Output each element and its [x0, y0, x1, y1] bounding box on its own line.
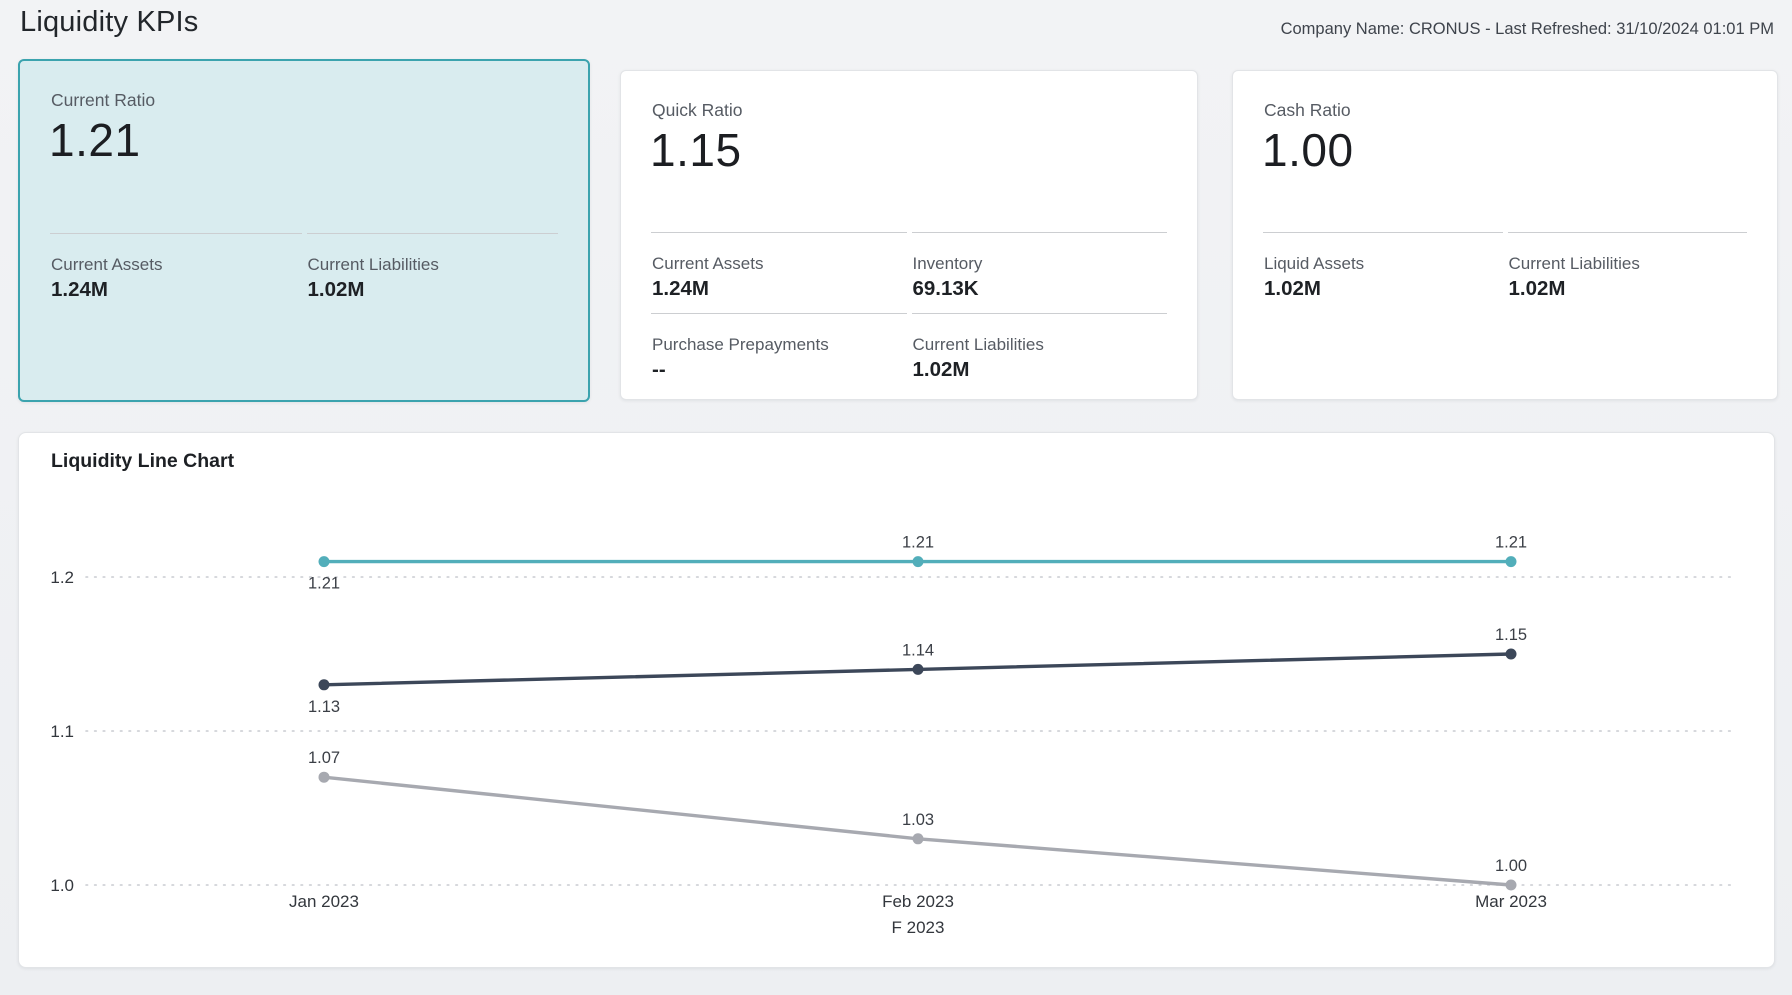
- submetric-value: 1.02M: [1509, 277, 1748, 301]
- kpi-card-cash-ratio[interactable]: Cash Ratio 1.00 Liquid Assets 1.02M Curr…: [1232, 70, 1778, 400]
- chart-line: [324, 777, 1511, 885]
- submetric-value: 69.13K: [913, 277, 1168, 301]
- data-point: [913, 833, 924, 844]
- liquidity-kpis-page: Liquidity KPIs Company Name: CRONUS - La…: [0, 0, 1792, 995]
- data-point-label: 1.14: [902, 641, 934, 659]
- kpi-card-quick-ratio[interactable]: Quick Ratio 1.15 Current Assets 1.24M In…: [620, 70, 1198, 400]
- kpi-label: Quick Ratio: [652, 100, 742, 121]
- x-axis-label: Feb 2023: [882, 892, 954, 911]
- data-point: [319, 556, 330, 567]
- submetric-current-assets: Current Assets 1.24M: [651, 232, 907, 301]
- data-point-label: 1.21: [902, 534, 934, 552]
- data-point-label: 1.07: [308, 749, 340, 767]
- data-point: [319, 772, 330, 783]
- y-axis-tick: 1.2: [50, 568, 74, 587]
- kpi-label: Cash Ratio: [1264, 100, 1351, 121]
- submetric-current-liabilities: Current Liabilities 1.02M: [1508, 232, 1748, 301]
- submetric-value: 1.02M: [1264, 277, 1503, 301]
- submetric-label: Current Liabilities: [913, 335, 1168, 355]
- y-axis-tick: 1.0: [50, 876, 74, 895]
- data-point: [913, 664, 924, 675]
- submetric-value: 1.24M: [51, 278, 302, 302]
- data-point: [319, 679, 330, 690]
- submetric-inventory: Inventory 69.13K: [912, 232, 1168, 301]
- data-point-label: 1.15: [1495, 626, 1527, 644]
- submetric-label: Current Liabilities: [1509, 254, 1748, 274]
- page-title: Liquidity KPIs: [20, 6, 199, 39]
- submetric-current-liabilities: Current Liabilities 1.02M: [912, 313, 1168, 382]
- kpi-label: Current Ratio: [51, 90, 155, 111]
- liquidity-line-chart[interactable]: 1.2 1.1 1.0 Jan 2023 Feb 2023 F 2023 Mar 2023 1…: [19, 433, 1776, 969]
- data-point-label: 1.21: [1495, 534, 1527, 552]
- x-axis-label: Mar 2023: [1475, 892, 1547, 911]
- submetric-label: Inventory: [913, 254, 1168, 274]
- company-refresh-info: Company Name: CRONUS - Last Refreshed: 3…: [1281, 20, 1774, 39]
- submetric-label: Liquid Assets: [1264, 254, 1503, 274]
- submetric-label: Current Assets: [652, 254, 907, 274]
- submetric-label: Current Assets: [51, 255, 302, 275]
- submetric-liquid-assets: Liquid Assets 1.02M: [1263, 232, 1503, 301]
- submetric-value: 1.02M: [913, 358, 1168, 382]
- submetric-label: Purchase Prepayments: [652, 335, 907, 355]
- data-point: [1506, 649, 1517, 660]
- kpi-submetrics: Current Assets 1.24M Current Liabilities…: [50, 233, 558, 302]
- submetric-current-assets: Current Assets 1.24M: [50, 233, 302, 302]
- submetric-value: --: [652, 358, 907, 382]
- kpi-value: 1.00: [1262, 123, 1354, 177]
- submetric-value: 1.24M: [652, 277, 907, 301]
- kpi-card-current-ratio[interactable]: Current Ratio 1.21 Current Assets 1.24M …: [18, 59, 590, 402]
- x-axis-label: Jan 2023: [289, 892, 359, 911]
- submetric-label: Current Liabilities: [308, 255, 559, 275]
- kpi-submetrics: Liquid Assets 1.02M Current Liabilities …: [1263, 232, 1747, 301]
- liquidity-line-chart-card: Liquidity Line Chart 1.21.11.0Jan 2023Fe…: [18, 432, 1775, 968]
- data-point: [1506, 880, 1517, 891]
- kpi-value: 1.21: [49, 113, 141, 167]
- submetric-purchase-prepayments: Purchase Prepayments --: [651, 313, 907, 382]
- data-point-label: 1.13: [308, 698, 340, 716]
- kpi-submetrics: Current Assets 1.24M Inventory 69.13K Pu…: [651, 232, 1167, 382]
- data-point: [913, 556, 924, 567]
- data-point-label: 1.00: [1495, 857, 1527, 875]
- submetric-value: 1.02M: [308, 278, 559, 302]
- y-axis-tick: 1.1: [50, 722, 74, 741]
- x-axis-sublabel: F 2023: [892, 918, 945, 937]
- kpi-value: 1.15: [650, 123, 742, 177]
- data-point: [1506, 556, 1517, 567]
- submetric-current-liabilities: Current Liabilities 1.02M: [307, 233, 559, 302]
- data-point-label: 1.03: [902, 811, 934, 829]
- data-point-label: 1.21: [308, 575, 340, 593]
